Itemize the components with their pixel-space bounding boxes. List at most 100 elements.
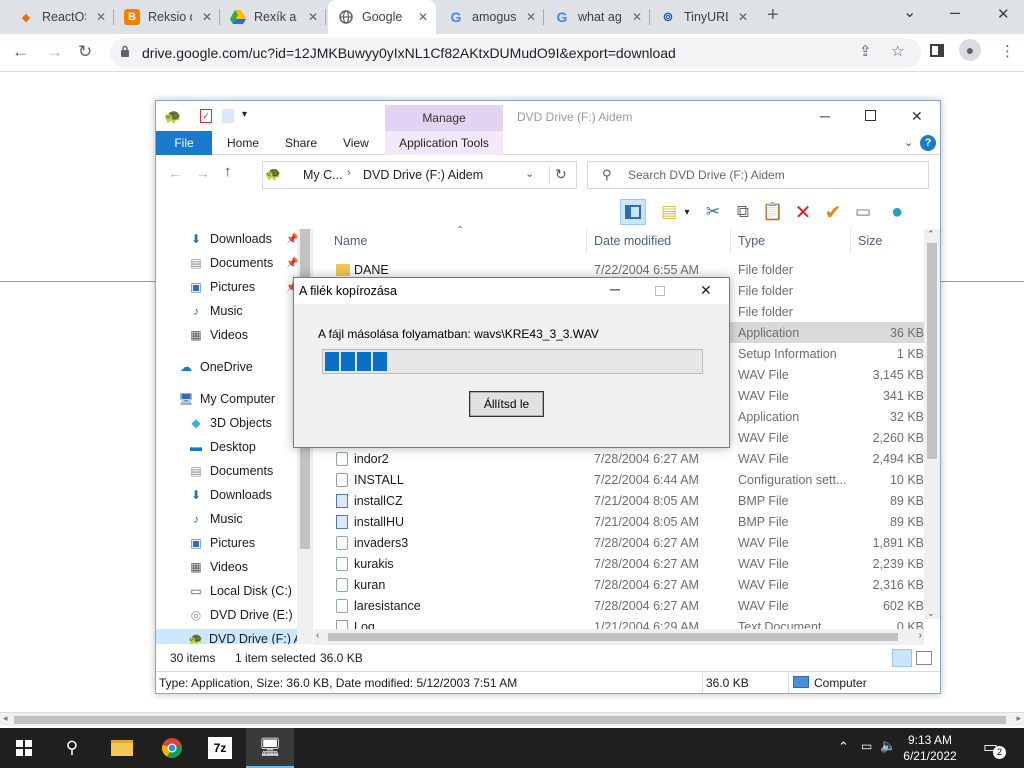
close-tab-icon[interactable]: ✕ <box>202 10 212 24</box>
profile-avatar-icon[interactable]: ● <box>959 39 981 61</box>
tab-share[interactable]: Share <box>285 131 317 155</box>
file-list-scrollbar[interactable]: ⌃ ⌄ <box>924 229 940 619</box>
share-icon[interactable]: ⇪ <box>859 42 872 60</box>
search-input[interactable]: ⚲ Search DVD Drive (F:) Aidem <box>587 161 929 189</box>
sidebar-item-pictures[interactable]: ▣Pictures📌 <box>188 277 298 297</box>
breadcrumb-current[interactable]: DVD Drive (F:) Aidem <box>363 168 483 182</box>
close-icon[interactable]: ✕ <box>700 282 712 299</box>
sidebar-item-desktop[interactable]: ▬ Desktop <box>188 437 256 457</box>
column-type[interactable]: Type <box>738 234 765 248</box>
close-tab-icon[interactable]: ✕ <box>308 10 318 24</box>
search-icon[interactable]: ⚲ <box>48 728 96 768</box>
sidebar-item-local-disk[interactable]: ▭ Local Disk (C:) <box>188 581 292 601</box>
file-list-hscrollbar[interactable]: ‹ › <box>314 629 924 645</box>
start-button[interactable] <box>0 728 48 768</box>
tray-chevron-icon[interactable]: ⌃ <box>838 739 849 755</box>
sidebar-item-pictures-2[interactable]: ▣ Pictures <box>188 533 255 553</box>
sidebar-item-onedrive[interactable]: ☁ OneDrive <box>178 357 253 377</box>
sidebar-item-music-2[interactable]: ♪ Music <box>188 509 243 529</box>
forward-arrow-icon[interactable]: → <box>196 165 210 181</box>
table-row[interactable]: installHU 7/21/2004 8:05 AM BMP File 89 KB <box>314 511 924 532</box>
browser-tab[interactable]: G amogus ✕ <box>438 0 544 34</box>
table-row[interactable]: indor2 7/28/2004 6:27 AM WAV File 2,494 KB <box>314 448 924 469</box>
tab-application-tools[interactable]: Application Tools <box>385 131 503 155</box>
sidebar-item-dvd-e[interactable]: ◎ DVD Drive (E:) RE <box>188 605 314 625</box>
tab-view[interactable]: View <box>343 131 369 155</box>
table-row[interactable]: kuran 7/28/2004 6:27 AM WAV File 2,316 KB <box>314 574 924 595</box>
close-tab-icon[interactable]: ✕ <box>418 10 428 24</box>
7zip-icon[interactable]: 7z <box>196 728 244 768</box>
browser-tab[interactable]: B Reksio d ✕ <box>114 0 220 34</box>
tab-file[interactable]: File <box>156 131 212 155</box>
stop-button[interactable]: Állítsd le <box>469 391 544 417</box>
properties-icon[interactable]: ✓ <box>200 109 212 123</box>
back-arrow-icon[interactable]: ← <box>12 42 29 62</box>
browser-tab-active[interactable]: Google ✕ <box>328 0 436 34</box>
side-panel-icon[interactable] <box>930 44 944 57</box>
scrollbar-thumb[interactable] <box>328 633 898 641</box>
sidebar-item-dvd-f[interactable]: 🐢 DVD Drive (F:) Ai <box>156 629 305 644</box>
scroll-up-icon[interactable]: ⌃ <box>927 229 935 240</box>
properties-icon[interactable]: ▭ <box>850 199 876 225</box>
file-explorer-icon[interactable] <box>98 728 146 768</box>
sidebar-item-3d-objects[interactable]: ◆ 3D Objects <box>188 413 271 433</box>
minimize-icon[interactable]: – <box>950 2 960 23</box>
sidebar-item-documents[interactable]: ▤ Documents 📌 <box>188 253 298 273</box>
chevron-down-icon[interactable]: ⌄ <box>525 167 534 180</box>
close-tab-icon[interactable]: ✕ <box>526 10 536 24</box>
quick-access-dropdown-icon[interactable]: ▾ <box>242 109 247 120</box>
browser-tab[interactable]: G what ag ✕ <box>544 0 650 34</box>
up-arrow-icon[interactable]: ↑ <box>224 163 232 180</box>
checkmark-icon[interactable]: ✔ <box>820 199 846 225</box>
address-breadcrumb[interactable]: 🐢 My C... › DVD Drive (F:) Aidem ⌄ ↻ <box>262 161 577 189</box>
maximize-icon[interactable] <box>865 110 876 121</box>
large-icons-view-icon[interactable] <box>916 651 932 665</box>
column-date-modified[interactable]: Date modified <box>594 234 671 248</box>
url-text[interactable]: drive.google.com/uc?id=12JMKBuwyy0yIxNL1… <box>142 45 676 61</box>
browser-tab[interactable]: ◆ ReactOS ✕ <box>8 0 114 34</box>
sidebar-item-videos[interactable]: ▦ Videos <box>188 325 248 345</box>
network-icon[interactable]: ▭ <box>861 739 872 753</box>
minimize-icon[interactable]: ─ <box>820 108 830 124</box>
browser-tab[interactable]: ⊚ TinyURL ✕ <box>650 0 756 34</box>
chrome-icon[interactable] <box>148 728 196 768</box>
breadcrumb-root[interactable]: My C... <box>303 168 343 182</box>
tab-search-icon[interactable]: ⌄ <box>903 2 916 22</box>
new-folder-icon[interactable] <box>222 109 234 123</box>
tab-home[interactable]: Home <box>227 131 259 155</box>
close-tab-icon[interactable]: ✕ <box>738 10 748 24</box>
scrollbar-thumb[interactable] <box>927 243 937 459</box>
preview-pane-icon[interactable] <box>620 199 646 225</box>
close-window-icon[interactable]: ✕ <box>997 5 1010 23</box>
table-row[interactable]: INSTALL 7/22/2004 6:44 AM Configuration se… <box>314 469 924 490</box>
dvd-app-taskbar-icon[interactable]: 🖥 <box>246 728 294 768</box>
table-row[interactable]: kurakis 7/28/2004 6:27 AM WAV File 2,239 KB <box>314 553 924 574</box>
bookmark-star-icon[interactable]: ☆ <box>891 42 904 60</box>
sidebar-item-downloads[interactable]: ⬇ Downloads 📌 <box>188 229 298 249</box>
divider[interactable] <box>850 229 851 253</box>
new-tab-icon[interactable]: + <box>767 4 779 27</box>
folder-view-icon[interactable]: ▤ <box>656 199 682 225</box>
divider[interactable] <box>586 229 587 253</box>
scroll-right-icon[interactable]: ▸ <box>1016 713 1021 724</box>
shell-icon[interactable]: ● <box>884 199 910 225</box>
sidebar-item-my-computer[interactable]: 🖥 My Computer <box>178 389 275 409</box>
minimize-icon[interactable]: ─ <box>610 281 620 297</box>
menu-kebab-icon[interactable]: ⋮ <box>1000 42 1015 60</box>
reload-icon[interactable]: ↻ <box>78 42 92 62</box>
table-row[interactable]: laresistance 7/28/2004 6:27 AM WAV File 602… <box>314 595 924 616</box>
scroll-left-icon[interactable]: ‹ <box>316 630 319 641</box>
close-icon[interactable]: ✕ <box>911 108 923 125</box>
details-view-icon[interactable] <box>892 649 912 667</box>
column-size[interactable]: Size <box>858 234 882 248</box>
scroll-down-icon[interactable]: ⌄ <box>927 608 935 619</box>
ribbon-expand-icon[interactable]: ⌄ <box>904 136 913 149</box>
chevron-down-icon[interactable]: ▾ <box>680 199 694 225</box>
scrollbar-thumb[interactable] <box>14 716 1006 724</box>
close-tab-icon[interactable]: ✕ <box>632 10 642 24</box>
sidebar-item-videos-2[interactable]: ▦ Videos <box>188 557 248 577</box>
scroll-right-icon[interactable]: › <box>919 630 922 641</box>
scroll-left-icon[interactable]: ◂ <box>3 713 8 724</box>
cut-icon[interactable]: ✂ <box>700 199 726 225</box>
address-bar[interactable]: drive.google.com/uc?id=12JMKBuwyy0yIxNL1… <box>110 38 921 68</box>
